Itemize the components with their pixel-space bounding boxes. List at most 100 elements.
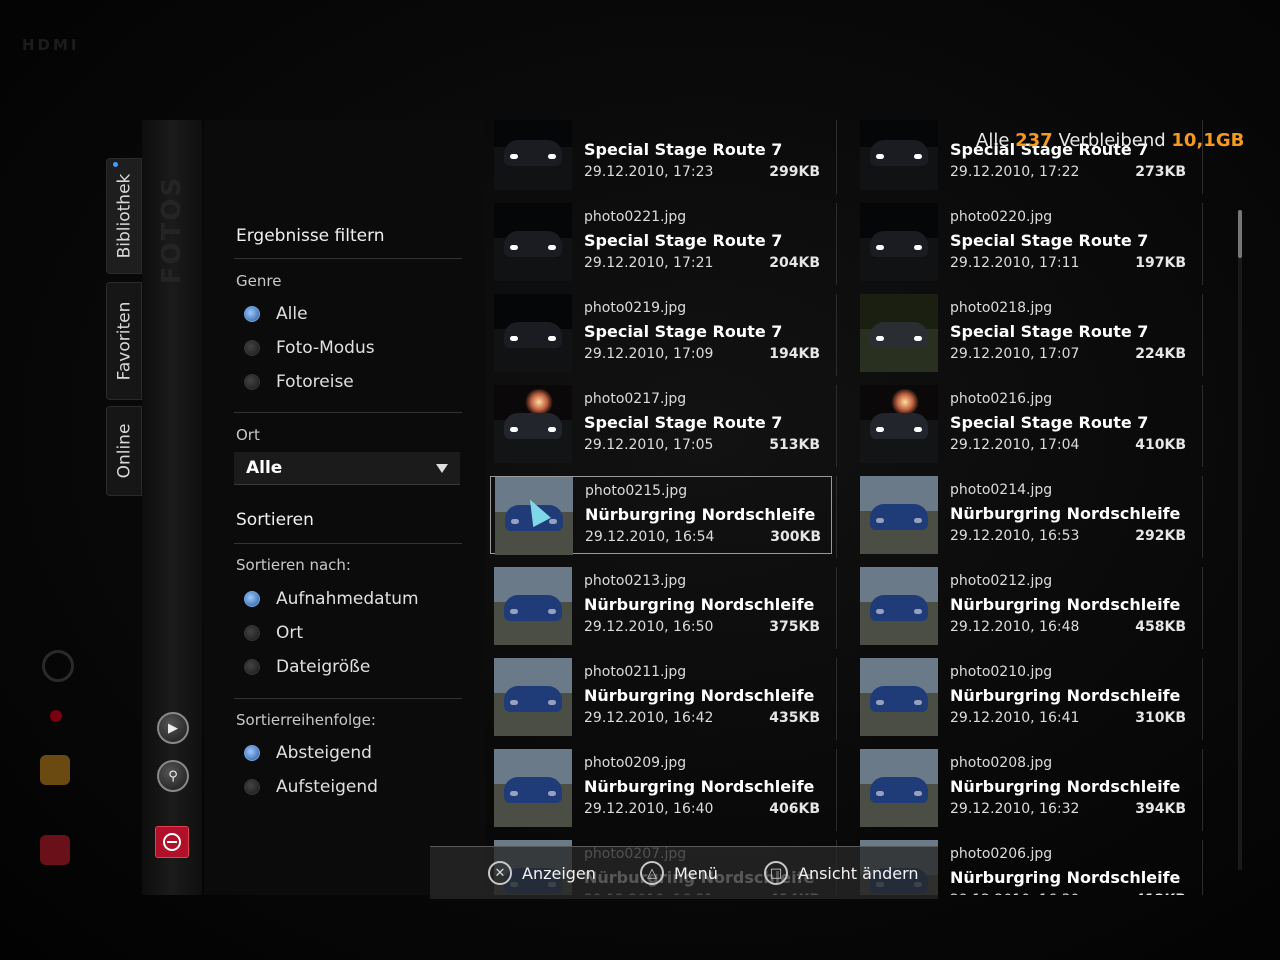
photo-filename: photo0215.jpg: [585, 483, 688, 499]
genre-option-foto-modus[interactable]: Foto-Modus: [244, 338, 375, 358]
photo-filename: photo0210.jpg: [950, 664, 1053, 680]
settings-icon[interactable]: [42, 650, 74, 682]
sort-option-aufnahmedatum[interactable]: Aufnahmedatum: [244, 589, 419, 609]
photo-thumbnail[interactable]: [860, 385, 938, 463]
ort-select[interactable]: Alle: [234, 452, 460, 485]
genre-option-fotoreise[interactable]: Fotoreise: [244, 372, 354, 392]
photo-card[interactable]: photo0209.jpg Nürburgring Nordschleife 29.…: [490, 749, 832, 827]
sort-option-dateigroesse[interactable]: Dateigröße: [244, 657, 370, 677]
photo-info: photo0211.jpg Nürburgring Nordschleife 29.…: [584, 658, 820, 736]
photo-thumbnail[interactable]: [494, 749, 572, 827]
photo-card[interactable]: photo0208.jpg Nürburgring Nordschleife 29.…: [856, 749, 1198, 827]
photo-info: photo0209.jpg Nürburgring Nordschleife 29.…: [584, 749, 820, 827]
radio-icon: [244, 779, 260, 795]
sort-option-ort[interactable]: Ort: [244, 623, 303, 643]
photo-size: 406KB: [769, 801, 820, 817]
photo-size: 197KB: [1135, 255, 1186, 271]
column-divider: [836, 203, 837, 285]
order-option-absteigend[interactable]: Absteigend: [244, 743, 372, 763]
hint-menue[interactable]: △ Menü: [640, 861, 718, 885]
radio-selected-icon: [244, 591, 260, 607]
record-icon[interactable]: [50, 710, 62, 722]
hint-anzeigen[interactable]: ✕ Anzeigen: [488, 861, 596, 885]
column-divider: [836, 567, 837, 649]
divider: [234, 543, 462, 544]
photo-thumbnail[interactable]: [860, 294, 938, 372]
photo-size: 435KB: [769, 710, 820, 726]
photo-card[interactable]: photo0210.jpg Nürburgring Nordschleife 29.…: [856, 658, 1198, 736]
photo-thumbnail[interactable]: [860, 567, 938, 645]
ort-label: Ort: [236, 426, 260, 444]
photo-size: 458KB: [1135, 619, 1186, 635]
photo-card[interactable]: Special Stage Route 7 29.12.2010, 17:23 29…: [490, 120, 832, 190]
exit-button[interactable]: [155, 826, 189, 858]
library-tabs: Bibliothek Favoriten Online: [106, 158, 142, 498]
tab-favoriten[interactable]: Favoriten: [106, 282, 142, 400]
photo-thumbnail[interactable]: [494, 294, 572, 372]
photo-filename: photo0218.jpg: [950, 300, 1053, 316]
sort-order-label: Sortierreihenfolge:: [236, 711, 376, 729]
scrollbar-thumb[interactable]: [1238, 210, 1242, 258]
controller-hint-bar: ✕ Anzeigen △ Menü □ Ansicht ändern: [430, 846, 938, 899]
photo-size: 300KB: [770, 529, 821, 545]
photo-card[interactable]: photo0211.jpg Nürburgring Nordschleife 29.…: [490, 658, 832, 736]
tab-online[interactable]: Online: [106, 406, 142, 496]
photo-thumbnail[interactable]: [860, 120, 938, 190]
tab-label: Bibliothek: [114, 173, 134, 259]
radio-selected-icon: [244, 306, 260, 322]
photo-card[interactable]: photo0218.jpg Special Stage Route 7 29.12.…: [856, 294, 1198, 372]
photo-filename: photo0217.jpg: [584, 391, 687, 407]
photo-size: 412KB: [1135, 892, 1186, 895]
photo-info: photo0220.jpg Special Stage Route 7 29.12.…: [950, 203, 1186, 281]
photo-date: 29.12.2010, 17:21: [584, 255, 714, 271]
photo-filename: photo0213.jpg: [584, 573, 687, 589]
photo-title: Nürburgring Nordschleife: [585, 505, 816, 524]
photo-card[interactable]: photo0213.jpg Nürburgring Nordschleife 29.…: [490, 567, 832, 645]
photo-thumbnail[interactable]: [494, 658, 572, 736]
photo-date: 29.12.2010, 16:42: [584, 710, 714, 726]
photo-card[interactable]: photo0221.jpg Special Stage Route 7 29.12.…: [490, 203, 832, 281]
photo-thumbnail[interactable]: [860, 203, 938, 281]
photo-date: 29.12.2010, 16:50: [584, 619, 714, 635]
photo-date: 29.12.2010, 17:11: [950, 255, 1080, 271]
photo-card[interactable]: photo0220.jpg Special Stage Route 7 29.12.…: [856, 203, 1198, 281]
column-divider: [1202, 567, 1203, 649]
dropdown-arrow-icon: [436, 463, 448, 473]
genre-option-alle[interactable]: Alle: [244, 304, 308, 324]
order-option-aufsteigend[interactable]: Aufsteigend: [244, 777, 378, 797]
hint-ansicht-aendern[interactable]: □ Ansicht ändern: [764, 861, 919, 885]
photo-thumbnail[interactable]: [494, 120, 572, 190]
photo-title: Nürburgring Nordschleife: [584, 595, 815, 614]
tab-bibliothek[interactable]: Bibliothek: [106, 158, 142, 274]
photo-filename: photo0219.jpg: [584, 300, 687, 316]
photo-thumbnail[interactable]: [860, 658, 938, 736]
tab-label: Favoriten: [114, 301, 134, 381]
sort-by-label: Sortieren nach:: [236, 556, 351, 574]
photo-filename: photo0206.jpg: [950, 846, 1053, 862]
photo-title: Nürburgring Nordschleife: [950, 504, 1181, 523]
photo-thumbnail[interactable]: [494, 203, 572, 281]
search-button[interactable]: ⚲: [157, 760, 189, 792]
photo-thumbnail[interactable]: [860, 476, 938, 554]
divider: [234, 698, 462, 699]
photo-card[interactable]: photo0219.jpg Special Stage Route 7 29.12.…: [490, 294, 832, 372]
play-button[interactable]: ▶: [157, 712, 189, 744]
tool-icon[interactable]: [40, 835, 70, 865]
radio-icon: [244, 340, 260, 356]
folder-icon[interactable]: [40, 755, 70, 785]
scrollbar[interactable]: [1238, 210, 1242, 870]
photo-size: 204KB: [769, 255, 820, 271]
section-title: FOTOS: [157, 175, 187, 285]
photo-card[interactable]: photo0212.jpg Nürburgring Nordschleife 29.…: [856, 567, 1198, 645]
photo-thumbnail[interactable]: [494, 385, 572, 463]
photo-card[interactable]: photo0217.jpg Special Stage Route 7 29.12.…: [490, 385, 832, 463]
photo-thumbnail[interactable]: [494, 567, 572, 645]
photo-card[interactable]: photo0216.jpg Special Stage Route 7 29.12.…: [856, 385, 1198, 463]
photo-thumbnail[interactable]: [860, 749, 938, 827]
photo-card[interactable]: photo0214.jpg Nürburgring Nordschleife 29.…: [856, 476, 1198, 554]
photo-info: photo0215.jpg Nürburgring Nordschleife 29.…: [585, 477, 821, 555]
photo-date: 29.12.2010, 17:09: [584, 346, 714, 362]
column-divider: [1202, 203, 1203, 285]
column-divider: [1202, 294, 1203, 376]
hint-label: Anzeigen: [522, 863, 596, 883]
